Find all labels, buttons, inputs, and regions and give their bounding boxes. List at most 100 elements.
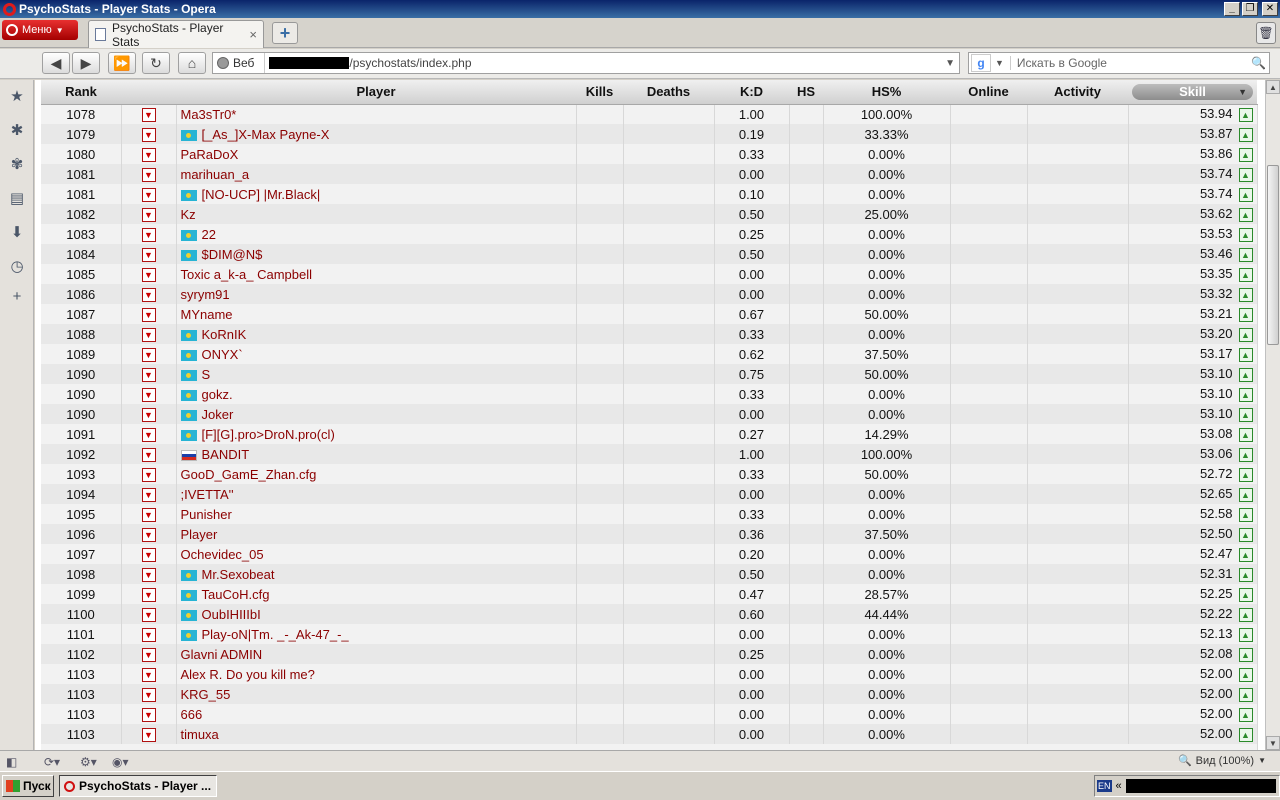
player-cell[interactable]: [_As_]X-Max Payne-X: [176, 124, 577, 144]
tray-expand-icon[interactable]: «: [1116, 780, 1122, 792]
downloads-icon[interactable]: ⬇: [7, 222, 27, 242]
player-cell[interactable]: Alex R. Do you kill me?: [176, 664, 577, 684]
header-online[interactable]: Online: [950, 80, 1027, 105]
expand-icon[interactable]: ▼: [141, 207, 156, 222]
header-activity[interactable]: Activity: [1027, 80, 1128, 105]
player-cell[interactable]: Punisher: [176, 504, 577, 524]
expand-icon[interactable]: ▼: [141, 407, 156, 422]
maximize-button[interactable]: ❐: [1242, 2, 1258, 16]
player-cell[interactable]: Kz: [176, 204, 577, 224]
player-name-link[interactable]: syrym91: [181, 287, 230, 302]
minimize-button[interactable]: _: [1224, 2, 1240, 16]
expand-icon[interactable]: ▼: [141, 327, 156, 342]
expand-icon[interactable]: ▼: [141, 347, 156, 362]
expand-icon[interactable]: ▼: [141, 127, 156, 142]
expand-icon[interactable]: ▼: [141, 587, 156, 602]
google-icon[interactable]: g: [971, 54, 991, 72]
player-cell[interactable]: Toxic a_k-a_ Campbell: [176, 264, 577, 284]
player-name-link[interactable]: S: [202, 367, 211, 382]
header-hs-percent[interactable]: HS%: [823, 80, 950, 105]
vertical-scrollbar[interactable]: ▲ ▼: [1265, 80, 1280, 750]
player-cell[interactable]: Play-oN|Tm. _-_Ak-47_-_: [176, 624, 577, 644]
notes-icon[interactable]: ▤: [7, 188, 27, 208]
expand-icon[interactable]: ▼: [141, 247, 156, 262]
player-name-link[interactable]: [NO-UCP] |Mr.Black|: [202, 187, 321, 202]
player-name-link[interactable]: BANDIT: [202, 447, 250, 462]
turbo-icon[interactable]: ⚙▾: [80, 754, 108, 769]
player-cell[interactable]: S: [176, 364, 577, 384]
expand-icon[interactable]: ▼: [141, 307, 156, 322]
player-cell[interactable]: Mr.Sexobeat: [176, 564, 577, 584]
opera-menu-button[interactable]: Меню ▼: [2, 20, 78, 40]
player-name-link[interactable]: Glavni ADMIN: [181, 647, 263, 662]
player-cell[interactable]: syrym91: [176, 284, 577, 304]
player-cell[interactable]: Glavni ADMIN: [176, 644, 577, 664]
header-player[interactable]: Player: [176, 80, 576, 105]
web-badge[interactable]: Веб: [213, 53, 266, 73]
player-cell[interactable]: gokz.: [176, 384, 577, 404]
zoom-control[interactable]: 🔍 Вид (100%) ▼: [1178, 754, 1266, 768]
player-cell[interactable]: MYname: [176, 304, 577, 324]
player-name-link[interactable]: MYname: [181, 307, 233, 322]
taskbar-item-opera[interactable]: PsychoStats - Player ...: [59, 775, 217, 797]
language-indicator[interactable]: EN: [1097, 780, 1112, 792]
expand-icon[interactable]: ▼: [141, 447, 156, 462]
expand-icon[interactable]: ▼: [141, 527, 156, 542]
unite-icon[interactable]: ✾: [7, 154, 27, 174]
new-tab-button[interactable]: +: [272, 22, 298, 44]
player-cell[interactable]: PaRaDoX: [176, 144, 577, 164]
expand-icon[interactable]: ▼: [141, 547, 156, 562]
expand-icon[interactable]: ▼: [141, 287, 156, 302]
widgets-icon[interactable]: ✱: [7, 120, 27, 140]
player-cell[interactable]: [NO-UCP] |Mr.Black|: [176, 184, 577, 204]
forward-button[interactable]: ▶: [72, 52, 100, 74]
player-name-link[interactable]: Joker: [202, 407, 234, 422]
expand-icon[interactable]: ▼: [141, 687, 156, 702]
address-field[interactable]: Веб /psychostats/index.php ▼: [212, 52, 960, 74]
player-name-link[interactable]: timuxa: [181, 727, 219, 742]
player-name-link[interactable]: Punisher: [181, 507, 232, 522]
player-cell[interactable]: [F][G].pro>DroN.pro(cl): [176, 424, 577, 444]
reload-button[interactable]: ↻: [142, 52, 170, 74]
player-name-link[interactable]: Kz: [181, 207, 196, 222]
expand-icon[interactable]: ▼: [141, 167, 156, 182]
tab-psychostats[interactable]: PsychoStats - Player Stats ×: [88, 20, 264, 49]
speed-dial-icon[interactable]: ◉▾: [112, 754, 140, 769]
player-name-link[interactable]: OubIHIIIbI: [202, 607, 261, 622]
scroll-up-icon[interactable]: ▲: [1266, 80, 1280, 94]
expand-icon[interactable]: ▼: [141, 647, 156, 662]
expand-icon[interactable]: ▼: [141, 147, 156, 162]
expand-icon[interactable]: ▼: [141, 667, 156, 682]
player-name-link[interactable]: marihuan_a: [181, 167, 250, 182]
player-name-link[interactable]: 666: [181, 707, 203, 722]
trash-icon[interactable]: 🗑: [1256, 22, 1276, 44]
search-icon[interactable]: 🔍: [1251, 56, 1269, 70]
player-cell[interactable]: OubIHIIIbI: [176, 604, 577, 624]
player-name-link[interactable]: gokz.: [202, 387, 233, 402]
tab-close-button[interactable]: ×: [249, 27, 257, 42]
player-name-link[interactable]: Player: [181, 527, 218, 542]
expand-icon[interactable]: ▼: [141, 467, 156, 482]
player-name-link[interactable]: Ochevidec_05: [181, 547, 264, 562]
player-name-link[interactable]: 22: [202, 227, 216, 242]
header-kd[interactable]: K:D: [714, 80, 789, 105]
header-skill[interactable]: Skill ▼: [1128, 80, 1257, 105]
chevron-down-icon[interactable]: ▼: [945, 58, 959, 69]
header-hs[interactable]: HS: [789, 80, 823, 105]
fast-forward-button[interactable]: ⏩: [108, 52, 136, 74]
expand-icon[interactable]: ▼: [141, 187, 156, 202]
expand-icon[interactable]: ▼: [141, 567, 156, 582]
expand-icon[interactable]: ▼: [141, 108, 156, 123]
expand-icon[interactable]: ▼: [141, 707, 156, 722]
player-cell[interactable]: 666: [176, 704, 577, 724]
player-name-link[interactable]: [F][G].pro>DroN.pro(cl): [202, 427, 335, 442]
expand-icon[interactable]: ▼: [141, 367, 156, 382]
player-cell[interactable]: KRG_55: [176, 684, 577, 704]
player-name-link[interactable]: $DIM@N$: [202, 247, 263, 262]
player-name-link[interactable]: PaRaDoX: [181, 147, 239, 162]
player-name-link[interactable]: Mr.Sexobeat: [202, 567, 275, 582]
bookmarks-icon[interactable]: ★: [7, 86, 27, 106]
player-cell[interactable]: TauCoH.cfg: [176, 584, 577, 604]
player-cell[interactable]: KoRnIK: [176, 324, 577, 344]
player-name-link[interactable]: Ma3sTr0*: [181, 107, 237, 122]
